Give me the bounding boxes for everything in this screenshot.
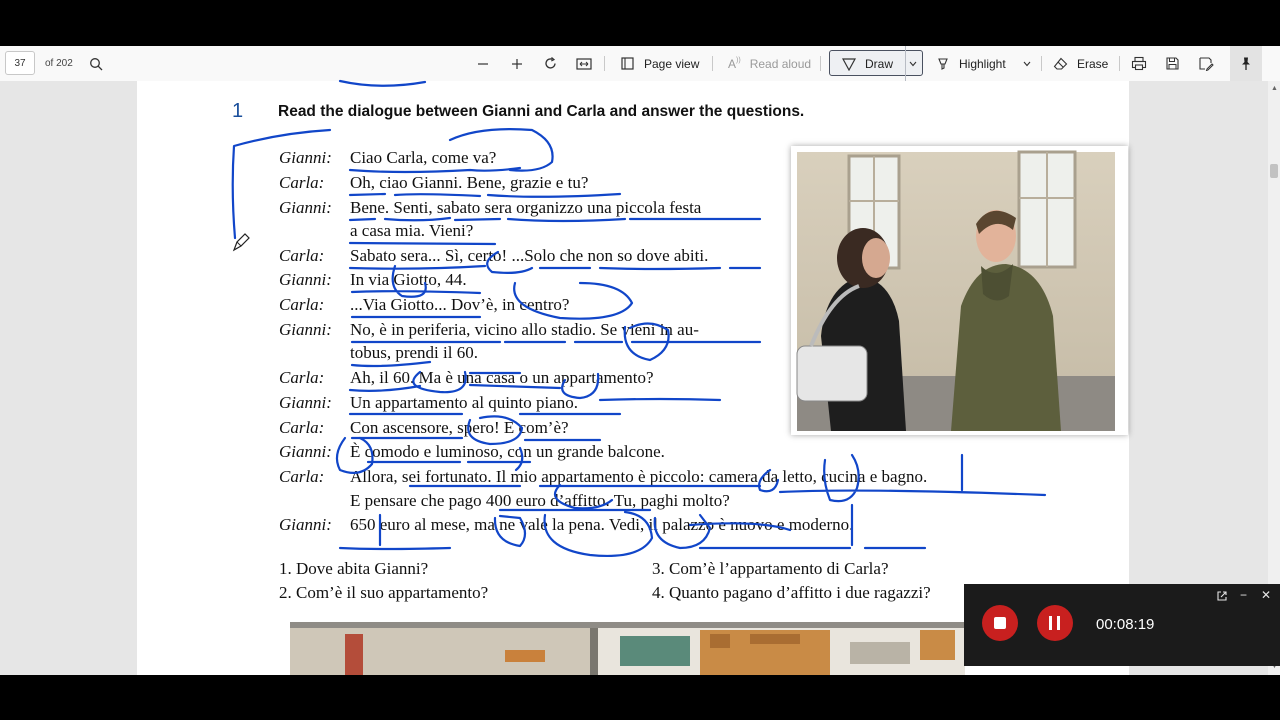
erase-label: Erase: [1077, 56, 1109, 71]
print-icon[interactable]: [1131, 46, 1147, 81]
dialogue-line: ...Via Giotto... Dov’è, in centro?: [350, 295, 570, 314]
save-as-icon[interactable]: [1198, 46, 1214, 81]
page-view-label: Page view: [644, 56, 700, 71]
speaker-label: Carla:: [279, 368, 325, 387]
speaker-label: Gianni:: [279, 148, 332, 167]
exercise-number: 1: [232, 100, 244, 122]
exercise-title: Read the dialogue between Gianni and Car…: [278, 103, 805, 120]
dialogue-line: Ah, il 60. Ma è una casa o un appartamen…: [350, 368, 654, 387]
dialogue-line: Ciao Carla, come va?: [350, 148, 497, 167]
read-aloud-label: Read aloud: [749, 56, 812, 71]
close-icon[interactable]: ✕: [1261, 588, 1271, 602]
dialogue-line: 650 euro al mese, ma ne vale la pena. Ve…: [350, 515, 854, 534]
speaker-label: Carla:: [279, 173, 325, 192]
dialogue-line: Allora, sei fortunato. Il mio appartamen…: [350, 467, 928, 486]
highlight-label: Highlight: [959, 56, 1006, 71]
question-1: 1. Dove abita Gianni?: [279, 559, 429, 578]
draw-button[interactable]: Draw: [842, 46, 893, 81]
rotate-icon[interactable]: [543, 46, 558, 81]
zoom-in-icon[interactable]: [510, 46, 524, 81]
speaker-label: Carla:: [279, 418, 325, 437]
stop-recording-button[interactable]: [982, 605, 1018, 641]
minimize-icon[interactable]: −: [1240, 588, 1247, 602]
draw-label: Draw: [865, 56, 894, 71]
pause-icon: [1049, 616, 1052, 630]
pin-icon[interactable]: [1230, 46, 1262, 81]
page-number-input[interactable]: 37: [5, 51, 35, 75]
highlight-button[interactable]: Highlight: [936, 46, 1006, 81]
page-total: of 202: [45, 58, 73, 69]
highlighter-icon: [936, 56, 950, 71]
fit-page-icon[interactable]: [576, 46, 592, 81]
erase-button[interactable]: Erase: [1053, 46, 1108, 81]
dialogue-line: È comodo e luminoso, con un grande balco…: [350, 442, 665, 461]
pdf-toolbar: 37 of 202 Page view A)) Read aloud Draw: [0, 46, 1280, 82]
dialogue-line: Con ascensore, spero! E com’è?: [350, 418, 569, 437]
speaker-label: Carla:: [279, 467, 325, 486]
eraser-icon: [1053, 57, 1068, 71]
question-4: 4. Quanto pagano d’affitto i due ragazzi…: [652, 583, 931, 602]
speaker-label: Carla:: [279, 246, 325, 265]
dialogue-line: Un appartamento al quinto piano.: [350, 393, 579, 412]
page-view-button[interactable]: Page view: [620, 46, 699, 81]
save-icon[interactable]: [1165, 46, 1180, 81]
speaker-label: Gianni:: [279, 198, 332, 217]
question-3: 3. Com’è l’appartamento di Carla?: [652, 559, 889, 578]
dialogue-line: tobus, prendi il 60.: [350, 343, 478, 362]
zoom-out-icon[interactable]: [476, 46, 490, 81]
speaker-label: Gianni:: [279, 270, 332, 289]
pause-recording-button[interactable]: [1037, 605, 1073, 641]
dialogue-line: Sabato sera... Sì, certo! ...Solo che no…: [350, 246, 709, 265]
scroll-up-arrow-icon[interactable]: ▲: [1271, 85, 1278, 92]
floorplan-illustration: [290, 622, 965, 675]
read-aloud-button[interactable]: A)) Read aloud: [728, 46, 811, 81]
search-icon[interactable]: [89, 46, 103, 81]
bottom-black-bar: [0, 675, 1280, 720]
dialogue-photo: [791, 146, 1128, 435]
open-external-icon[interactable]: [1216, 590, 1228, 605]
dialogue-line: In via Giotto, 44.: [350, 270, 467, 289]
page-view-icon: [620, 56, 635, 71]
dialogue-line: Bene. Senti, sabato sera organizzo una p…: [350, 198, 702, 217]
dialogue-line: E pensare che pago 400 euro d’affitto. T…: [350, 491, 730, 510]
dialogue-line: Oh, ciao Gianni. Bene, grazie e tu?: [350, 173, 589, 192]
speaker-label: Gianni:: [279, 320, 332, 339]
dialogue-line: No, è in periferia, vicino allo stadio. …: [350, 320, 699, 339]
speaker-label: Gianni:: [279, 442, 332, 461]
speaker-label: Gianni:: [279, 515, 332, 534]
speaker-label: Carla:: [279, 295, 325, 314]
question-2: 2. Com’è il suo appartamento?: [279, 583, 489, 602]
dialogue-line: a casa mia. Vieni?: [350, 221, 474, 240]
draw-options-chevron-icon[interactable]: [905, 46, 920, 81]
recording-timer: 00:08:19: [1096, 616, 1155, 633]
pen-icon: [842, 57, 856, 71]
speaker-label: Gianni:: [279, 393, 332, 412]
highlight-options-chevron-icon[interactable]: [1023, 46, 1031, 81]
read-aloud-icon: A)): [728, 56, 741, 71]
scrollbar-thumb[interactable]: [1270, 164, 1278, 178]
stop-icon: [994, 617, 1006, 629]
